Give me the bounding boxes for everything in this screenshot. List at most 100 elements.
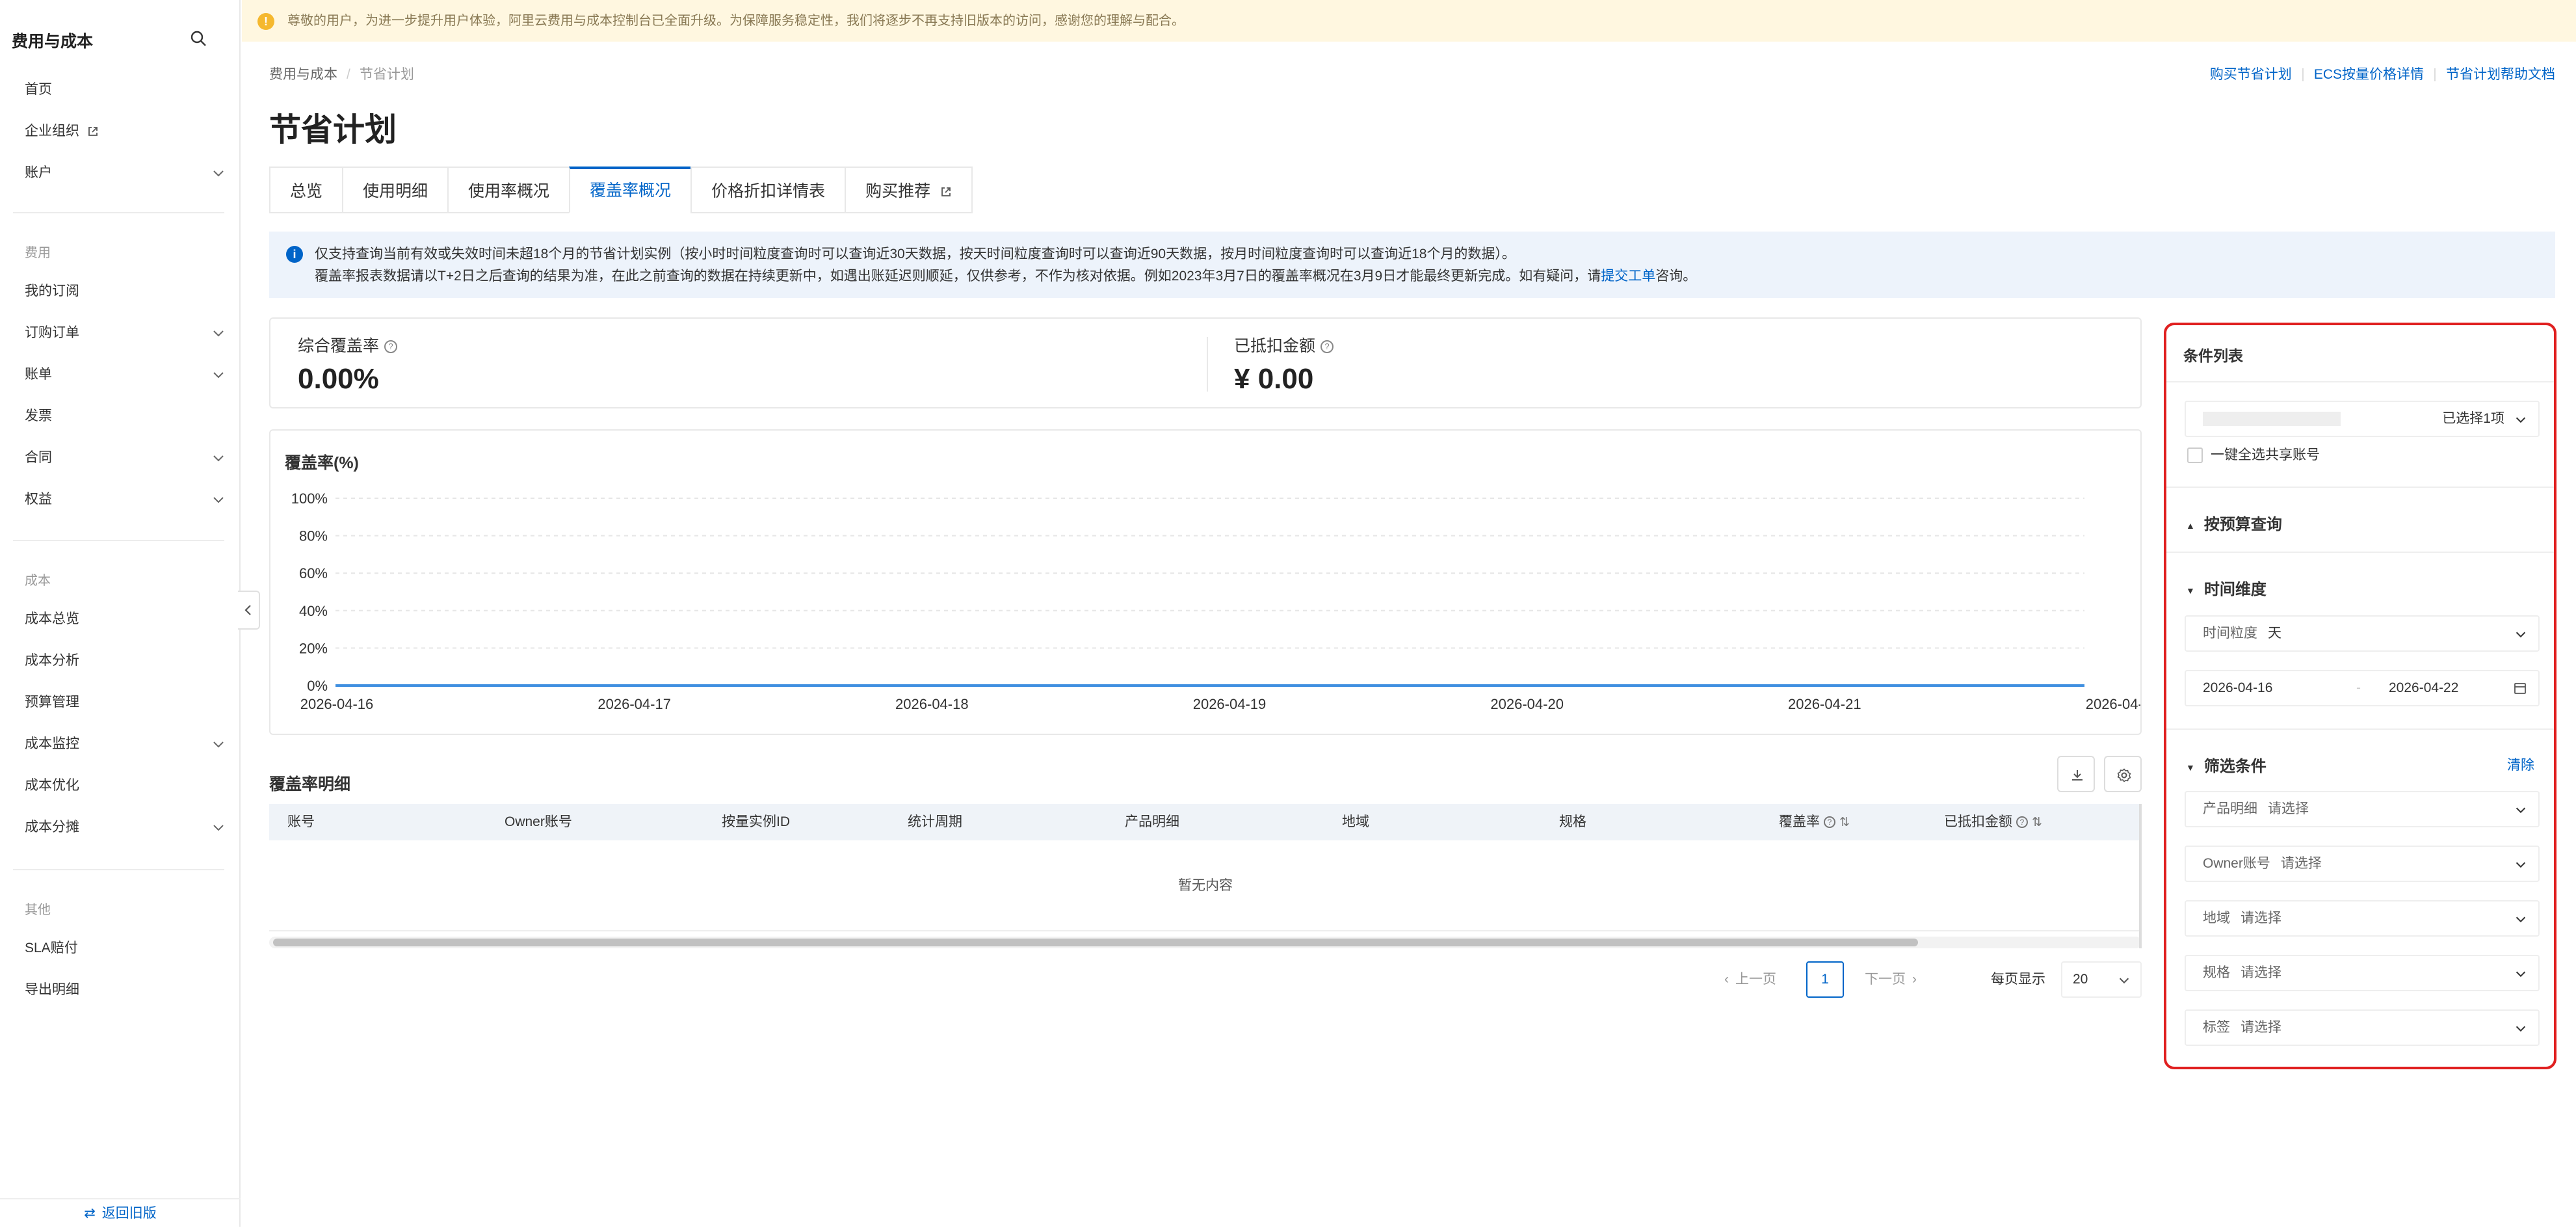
sort-icon[interactable]: ⇅ [1839,816,1850,829]
sidebar-item-org[interactable]: 企业组织 [25,118,226,144]
download-button[interactable] [2057,756,2095,792]
column-header-deducted[interactable]: 已抵扣金额? ⇅ [1944,804,2042,840]
chevron-down-icon [213,455,224,462]
x-tick-label: 2026-04-20 [1490,696,1564,712]
notice-bar: ! 尊敬的用户，为进一步提升用户体验，阿里云费用与成本控制台已全面升级。为保障服… [242,0,2576,42]
filter-spec-select[interactable]: 规格 请选择 [2185,955,2540,991]
help-icon[interactable]: ? [2016,816,2028,829]
tab-usage-rate[interactable]: 使用率概况 [447,167,570,213]
sidebar-item-cost-analysis[interactable]: 成本分析 [25,648,226,674]
summary-card: 综合覆盖率? 0.00% 已抵扣金额? ¥ 0.00 [269,317,2142,408]
filter-tag-select[interactable]: 标签 请选择 [2185,1009,2540,1046]
chevron-down-icon [213,741,224,748]
scrollbar-thumb[interactable] [273,939,1918,946]
sidebar-item-benefits[interactable]: 权益 [25,487,226,513]
sidebar-item-budget[interactable]: 预算管理 [25,689,226,715]
chevron-down-icon [2516,1026,2526,1032]
submit-ticket-link[interactable]: 提交工单 [1601,269,1655,284]
back-to-old-version-link[interactable]: ⇄ 返回旧版 [0,1198,241,1227]
chevron-right-icon: › [1912,972,1917,987]
horizontal-scrollbar[interactable] [269,937,2142,948]
external-link-icon [941,187,951,197]
sidebar-collapse-button[interactable] [238,591,260,630]
filter-region-select[interactable]: 地域 请选择 [2185,900,2540,937]
sidebar-divider [13,869,224,870]
select-all-shared-checkbox[interactable]: 一键全选共享账号 [2187,446,2320,464]
column-header-account: 账号 [287,814,315,829]
info-icon: i [286,246,303,263]
warning-icon: ! [257,13,274,30]
sidebar-item-cost-allocation[interactable]: 成本分摊 [25,814,226,840]
sidebar-item-export[interactable]: 导出明细 [25,977,226,1003]
x-tick-label: 2026-04-19 [1193,696,1267,712]
ecs-price-link[interactable]: ECS按量价格详情 [2314,67,2424,82]
granularity-select[interactable]: 时间粒度天 [2185,615,2540,652]
chevron-down-icon [2516,916,2526,923]
clear-filters-button[interactable]: 清除 [2507,754,2534,774]
coverage-metric: 综合覆盖率? 0.00% [298,333,398,395]
date-range-picker[interactable]: 2026-04-16 - 2026-04-22 [2185,670,2540,706]
filter-conditions-section[interactable]: ▼ 筛选条件 [2186,753,2267,776]
search-icon[interactable] [190,30,207,47]
sidebar-item-cost-monitor[interactable]: 成本监控 [25,731,226,757]
sidebar-item-cost-overview[interactable]: 成本总览 [25,606,226,632]
account-select[interactable]: 已选择1项 [2185,401,2540,437]
sidebar-item-invoices[interactable]: 发票 [25,403,226,429]
tab-coverage[interactable]: 覆盖率概况 [569,167,691,213]
chevron-down-icon [2516,862,2526,868]
y-tick-label: 20% [299,640,328,656]
tab-usage-detail[interactable]: 使用明细 [342,167,448,213]
chevron-down-icon [2119,978,2129,984]
sort-icon[interactable]: ⇅ [2032,816,2042,829]
buy-savings-plan-link[interactable]: 购买节省计划 [2210,67,2292,82]
next-page-button[interactable]: 下一页 › [1865,961,1917,998]
filter-product-select[interactable]: 产品明细 请选择 [2185,791,2540,827]
chevron-down-icon [213,825,224,831]
tab-price-discount[interactable]: 价格折扣详情表 [690,167,845,213]
coverage-chart: 100% 80% 60% 40% 20% 0% 2026-04-16 2026-04-17 20… [291,490,2140,712]
budget-query-section[interactable]: ▲ 按预算查询 [2186,511,2282,534]
sidebar-divider [13,212,224,213]
help-icon[interactable]: ? [384,340,398,354]
table-settings-button[interactable] [2104,756,2142,792]
panel-divider [2166,728,2554,730]
prev-page-button[interactable]: ‹ 上一页 [1724,961,1776,998]
sidebar-group-fee: 费用 [25,246,51,260]
sidebar-item-home[interactable]: 首页 [25,77,226,103]
sidebar-group-cost: 成本 [25,574,51,588]
sidebar-item-cost-optimize[interactable]: 成本优化 [25,773,226,799]
sidebar-item-bills[interactable]: 账单 [25,362,226,388]
swap-icon: ⇄ [84,1206,96,1221]
tab-overview[interactable]: 总览 [269,167,343,213]
help-icon[interactable]: ? [1321,340,1334,354]
sidebar-item-contracts[interactable]: 合同 [25,445,226,471]
sidebar-item-account[interactable]: 账户 [25,160,226,186]
panel-divider [2166,487,2554,488]
breadcrumb-root[interactable]: 费用与成本 [269,67,337,82]
sidebar-item-subscriptions[interactable]: 我的订阅 [25,278,226,304]
chevron-down-icon [213,497,224,503]
end-date[interactable]: 2026-04-22 [2389,671,2458,705]
checkbox-box[interactable] [2187,447,2203,464]
sidebar-item-sla[interactable]: SLA赔付 [25,935,226,961]
help-icon[interactable]: ? [1824,816,1835,829]
sidebar: 费用与成本 首页 企业组织 账户 费用 我的订阅 订购订单 账单 发票 合同 权… [0,0,241,1227]
table-header: 账号 Owner账号 按量实例ID 统计周期 产品明细 地域 规格 覆盖率? ⇅ … [269,804,2142,840]
y-tick-label: 0% [307,678,328,694]
filter-owner-select[interactable]: Owner账号 请选择 [2185,846,2540,882]
chevron-down-icon [2516,632,2526,638]
column-header-coverage[interactable]: 覆盖率? ⇅ [1779,804,1850,840]
sidebar-item-orders[interactable]: 订购订单 [25,320,226,346]
sidebar-title: 费用与成本 [12,33,94,51]
column-header-instance-id: 按量实例ID [722,814,790,829]
chevron-down-icon [2516,417,2526,423]
help-doc-link[interactable]: 节省计划帮助文档 [2446,67,2555,82]
time-dimension-section[interactable]: ▼ 时间维度 [2186,576,2267,599]
x-tick-label: 2026-04-17 [598,696,671,712]
page-size-select[interactable]: 20 [2061,961,2142,998]
start-date[interactable]: 2026-04-16 [2203,671,2272,705]
table-title: 覆盖率明细 [269,775,351,794]
page-1-button[interactable]: 1 [1806,961,1844,998]
tab-purchase-recommend[interactable]: 购买推荐 [845,167,973,213]
link-divider [2302,68,2304,82]
